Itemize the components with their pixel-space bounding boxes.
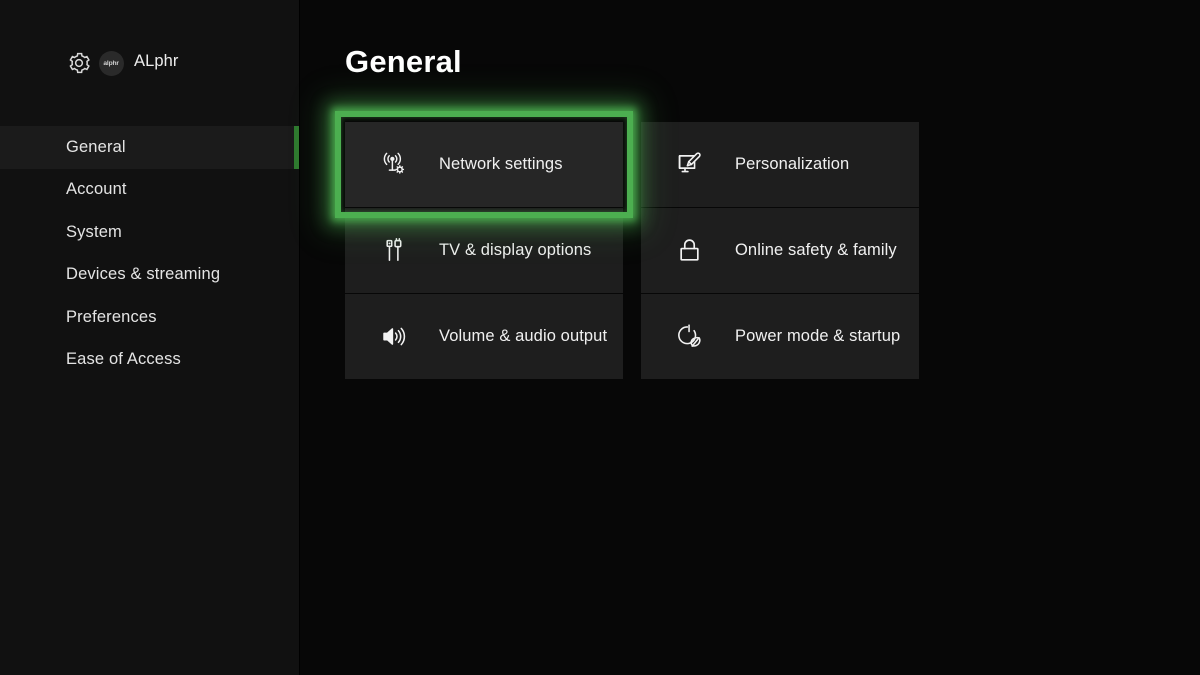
sidebar-item-preferences[interactable]: Preferences xyxy=(0,296,299,339)
sidebar-item-label: Preferences xyxy=(66,307,157,326)
sidebar-item-devices-streaming[interactable]: Devices & streaming xyxy=(0,254,299,297)
main-content: General Network settings TV & display op… xyxy=(300,0,1200,675)
tile-online-safety-family[interactable]: Online safety & family xyxy=(641,208,919,293)
network-broadcast-gear-icon xyxy=(378,150,408,180)
sidebar: alphr ALphr General Account System Devic… xyxy=(0,0,299,675)
sidebar-item-general[interactable]: General xyxy=(0,126,299,169)
tile-column-left: Network settings TV & display options Vo… xyxy=(335,111,633,380)
sidebar-item-label: Account xyxy=(66,180,127,199)
tile-label: Personalization xyxy=(735,155,850,173)
settings-tile-grid: Network settings TV & display options Vo… xyxy=(335,111,919,380)
sidebar-item-system[interactable]: System xyxy=(0,211,299,254)
padlock-icon xyxy=(674,236,704,266)
tile-label: TV & display options xyxy=(439,241,592,259)
tile-volume-audio-output[interactable]: Volume & audio output xyxy=(345,294,623,379)
sidebar-item-label: General xyxy=(66,137,126,156)
sidebar-item-label: System xyxy=(66,222,122,241)
gamertag: ALphr xyxy=(134,52,179,70)
sidebar-item-ease-of-access[interactable]: Ease of Access xyxy=(0,339,299,382)
tile-personalization[interactable]: Personalization xyxy=(641,122,919,207)
tile-power-mode-startup[interactable]: Power mode & startup xyxy=(641,294,919,379)
tile-label: Volume & audio output xyxy=(439,327,608,345)
power-leaf-icon xyxy=(674,322,704,352)
tile-network-settings-wrapper: Network settings xyxy=(335,111,633,218)
xbox-settings-screen: alphr ALphr General Account System Devic… xyxy=(0,0,1200,675)
tile-column-right: Personalization Online safety & family P… xyxy=(641,122,919,380)
speaker-volume-icon xyxy=(378,322,408,352)
gear-icon[interactable] xyxy=(66,50,92,76)
sidebar-nav: General Account System Devices & streami… xyxy=(0,126,299,381)
page-title: General xyxy=(345,44,462,79)
sidebar-item-account[interactable]: Account xyxy=(0,169,299,212)
avatar[interactable]: alphr xyxy=(99,51,124,76)
sidebar-item-label: Ease of Access xyxy=(66,350,181,369)
sidebar-item-label: Devices & streaming xyxy=(66,265,221,284)
tile-label: Power mode & startup xyxy=(735,327,901,345)
monitor-paintbrush-icon xyxy=(674,150,704,180)
cable-connectors-icon xyxy=(378,236,408,266)
tile-label: Online safety & family xyxy=(735,241,897,259)
tile-network-settings[interactable]: Network settings xyxy=(345,122,623,207)
avatar-label: alphr xyxy=(103,60,120,67)
tile-label: Network settings xyxy=(439,155,563,173)
tile-tv-display-options[interactable]: TV & display options xyxy=(345,208,623,293)
